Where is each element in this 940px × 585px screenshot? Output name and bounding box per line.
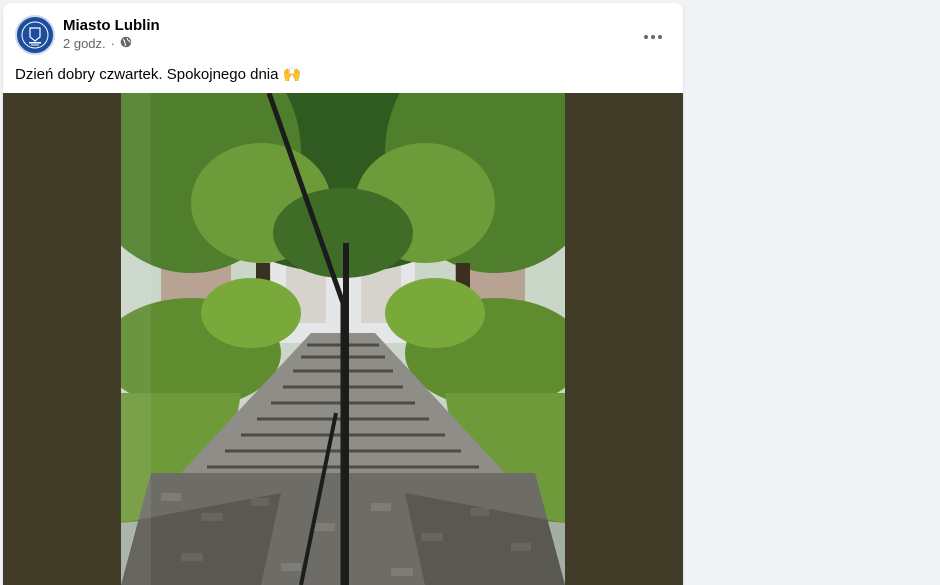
meta-separator: · [110,36,115,51]
post-time[interactable]: 2 godz. [63,36,106,51]
lublin-logo-icon [21,21,49,49]
globe-icon[interactable] [120,36,132,51]
more-options-icon [644,35,662,39]
more-options-button[interactable] [635,19,671,55]
post-text: Dzień dobry czwartek. Spokojnego dnia 🙌 [15,66,302,83]
post-photo[interactable] [121,93,565,585]
page-avatar[interactable] [15,15,55,55]
page-name[interactable]: Miasto Lublin [63,17,160,34]
photo-stairs-park [121,93,565,585]
post-meta: 2 godz. · [63,36,132,51]
post-photo-frame[interactable] [3,93,683,585]
post-card: Miasto Lublin 2 godz. · Dzień dobry czwa… [3,3,683,585]
post-header: Miasto Lublin 2 godz. · [3,3,683,63]
